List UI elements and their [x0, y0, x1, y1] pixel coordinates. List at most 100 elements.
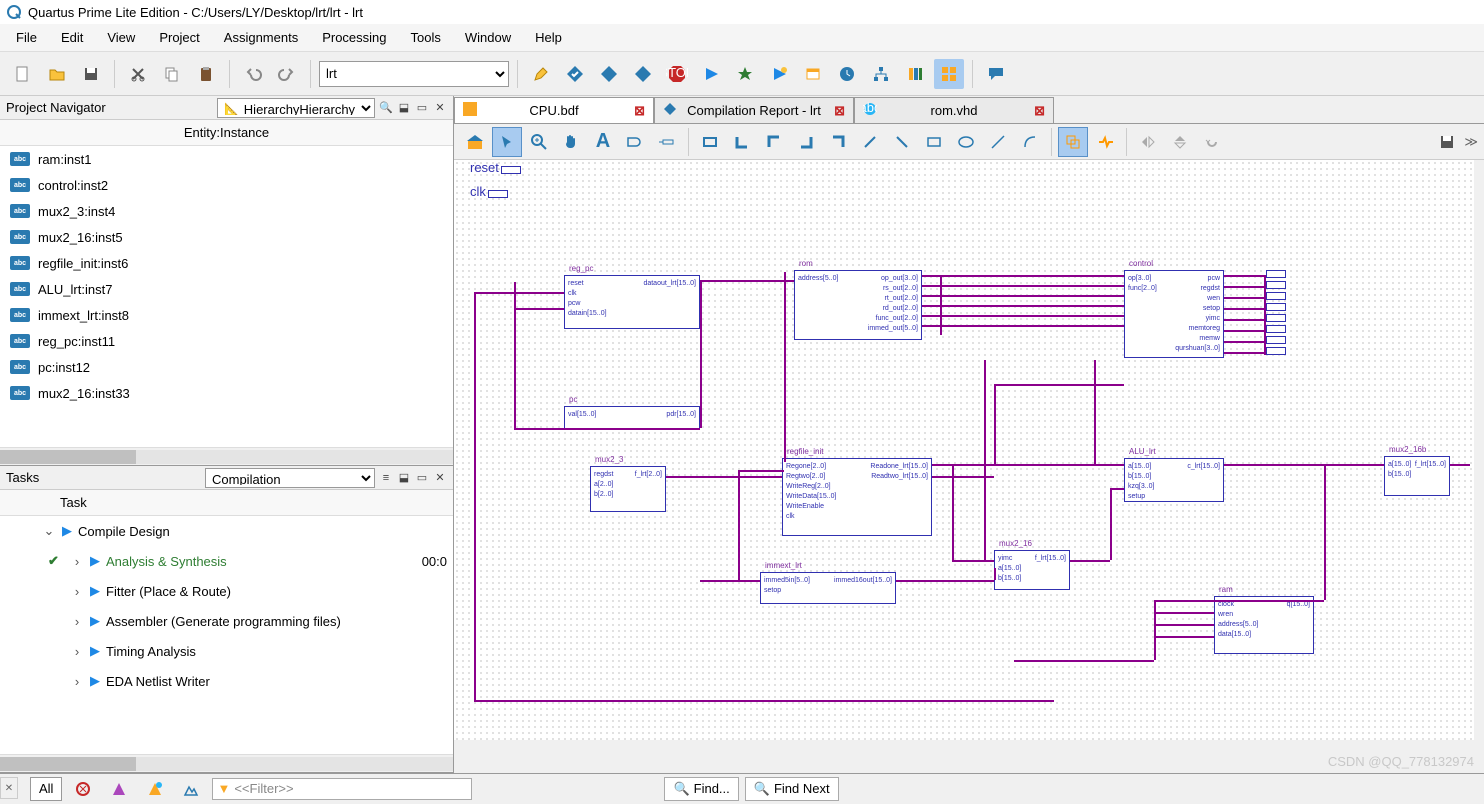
wire[interactable]: [1450, 464, 1470, 466]
wire[interactable]: [1224, 286, 1264, 288]
symbol-tool[interactable]: [620, 127, 650, 157]
nav-item[interactable]: abcram:inst1: [0, 146, 453, 172]
project-combo[interactable]: lrt: [319, 61, 509, 87]
wire[interactable]: [896, 580, 994, 582]
input-pin[interactable]: reset: [470, 160, 521, 175]
books-button[interactable]: [900, 59, 930, 89]
menu-assignments[interactable]: Assignments: [212, 26, 310, 49]
new-file-button[interactable]: [8, 59, 38, 89]
output-pin[interactable]: [1266, 336, 1286, 344]
wire[interactable]: [1324, 464, 1384, 466]
output-pin[interactable]: [1266, 325, 1286, 333]
task-row[interactable]: ›▶EDA Netlist Writer: [0, 666, 453, 696]
layout-button[interactable]: [934, 59, 964, 89]
more-icon[interactable]: ≫: [1464, 134, 1478, 150]
flagrun-button[interactable]: [764, 59, 794, 89]
menu-help[interactable]: Help: [523, 26, 574, 49]
search-icon[interactable]: 🔍: [379, 101, 393, 115]
zoom-tool[interactable]: [524, 127, 554, 157]
wire[interactable]: [922, 315, 1124, 317]
ortho3-tool[interactable]: [791, 127, 821, 157]
wire[interactable]: [922, 275, 1124, 277]
wire[interactable]: [1224, 341, 1264, 343]
navigator-mode-combo[interactable]: 📐 HierarchyHierarchy: [217, 98, 375, 118]
edit-button[interactable]: [526, 59, 556, 89]
synth-button[interactable]: [628, 59, 658, 89]
run-button[interactable]: [696, 59, 726, 89]
pointer-tool[interactable]: [492, 127, 522, 157]
ortho1-tool[interactable]: [727, 127, 757, 157]
wire[interactable]: [1224, 352, 1264, 354]
wire[interactable]: [952, 464, 954, 560]
block-rom[interactable]: romaddress[5..0]op_out[3..0]rs_out[2..0]…: [794, 270, 922, 340]
save-design-button[interactable]: [1432, 127, 1462, 157]
wire[interactable]: [922, 295, 1124, 297]
text-tool[interactable]: A: [588, 127, 618, 157]
menu-edit[interactable]: Edit: [49, 26, 95, 49]
wire[interactable]: [922, 285, 1124, 287]
menu-window[interactable]: Window: [453, 26, 523, 49]
task-row[interactable]: ✔›▶Analysis & Synthesis00:0: [0, 546, 453, 576]
diag2-tool[interactable]: [887, 127, 917, 157]
navigator-tree[interactable]: abcram:inst1abccontrol:inst2abcmux2_3:in…: [0, 146, 453, 447]
collapse-icon[interactable]: ✕: [0, 777, 18, 799]
wire[interactable]: [1110, 488, 1112, 560]
clock-button[interactable]: [832, 59, 862, 89]
ortho4-tool[interactable]: [823, 127, 853, 157]
output-pin[interactable]: [1266, 314, 1286, 322]
error-filter-icon[interactable]: [68, 774, 98, 804]
wire[interactable]: [474, 292, 476, 700]
home-icon[interactable]: [460, 127, 490, 157]
arc-tool[interactable]: [1015, 127, 1045, 157]
task-row[interactable]: ›▶Assembler (Generate programming files): [0, 606, 453, 636]
nav-item[interactable]: abcimmext_lrt:inst8: [0, 302, 453, 328]
block-regfile_init[interactable]: regfile_initRegone[2..0]Regtwo[2..0]Writ…: [782, 458, 932, 536]
close-panel-icon[interactable]: ✕: [433, 471, 447, 485]
flipv-tool[interactable]: [1165, 127, 1195, 157]
menu-view[interactable]: View: [95, 26, 147, 49]
block-mux2_3[interactable]: mux2_3regdsta[2..0]b[2..0]f_lrt[2..0]: [590, 466, 666, 512]
close-tab-icon[interactable]: ⊠: [834, 103, 845, 119]
wire[interactable]: [922, 305, 1124, 307]
output-pin[interactable]: [1266, 303, 1286, 311]
copy-button[interactable]: [157, 59, 187, 89]
stop-button[interactable]: STOP: [662, 59, 692, 89]
editor-tab[interactable]: Compilation Report - lrt⊠: [654, 97, 854, 123]
wire[interactable]: [1224, 330, 1264, 332]
rect2-tool[interactable]: [919, 127, 949, 157]
wire[interactable]: [1154, 612, 1214, 614]
wire[interactable]: [784, 272, 786, 462]
menu-processing[interactable]: Processing: [310, 26, 398, 49]
wire[interactable]: [1094, 360, 1096, 464]
wire[interactable]: [1014, 660, 1154, 662]
redo-button[interactable]: [272, 59, 302, 89]
wire[interactable]: [994, 384, 1124, 386]
wire[interactable]: [1324, 464, 1326, 600]
index-button[interactable]: [798, 59, 828, 89]
chat-button[interactable]: [981, 59, 1011, 89]
task-row[interactable]: ›▶Fitter (Place & Route): [0, 576, 453, 606]
navigator-hscroll[interactable]: [0, 447, 453, 465]
nav-item[interactable]: abcALU_lrt:inst7: [0, 276, 453, 302]
wire[interactable]: [474, 700, 1054, 702]
wire[interactable]: [1224, 319, 1264, 321]
wire[interactable]: [1110, 488, 1124, 490]
block-control[interactable]: controlop[3..0]func[2..0]pcwregdstwenset…: [1124, 270, 1224, 358]
menu-tools[interactable]: Tools: [399, 26, 453, 49]
undo-button[interactable]: [238, 59, 268, 89]
menu-file[interactable]: File: [4, 26, 49, 49]
list-icon[interactable]: ≡: [379, 471, 393, 485]
output-pin[interactable]: [1266, 281, 1286, 289]
hierarchy-button[interactable]: [866, 59, 896, 89]
compile-button[interactable]: [560, 59, 590, 89]
wire[interactable]: [994, 568, 996, 580]
wire[interactable]: [1154, 636, 1214, 638]
nav-item[interactable]: abcmux2_16:inst5: [0, 224, 453, 250]
editor-tab[interactable]: CPU.bdf⊠: [454, 97, 654, 123]
wire[interactable]: [1154, 624, 1214, 626]
menu-project[interactable]: Project: [147, 26, 211, 49]
wire[interactable]: [1224, 275, 1264, 277]
wire[interactable]: [700, 280, 794, 282]
dock-icon[interactable]: ▭: [415, 101, 429, 115]
rotate-tool[interactable]: [1197, 127, 1227, 157]
